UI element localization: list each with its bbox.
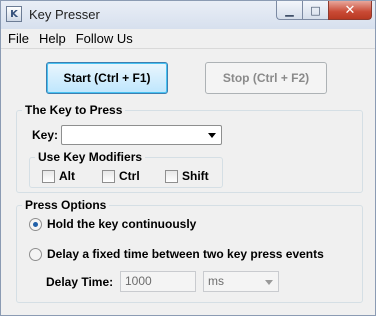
stop-button[interactable]: Stop (Ctrl + F2) (205, 62, 327, 94)
ctrl-checkbox[interactable]: Ctrl (102, 169, 140, 183)
ctrl-checkbox-box[interactable] (102, 169, 115, 183)
chevron-down-icon (208, 133, 216, 138)
alt-checkbox-box[interactable] (42, 169, 55, 183)
delay-time-input[interactable]: 1000 (120, 271, 196, 292)
minimize-button[interactable]: ▁ (276, 1, 302, 20)
shift-checkbox[interactable]: Shift (165, 169, 209, 183)
maximize-icon: □ (310, 3, 321, 17)
delay-time-label: Delay Time: (46, 275, 114, 289)
alt-checkbox[interactable]: Alt (42, 169, 75, 183)
ctrl-checkbox-label: Ctrl (119, 169, 140, 183)
menu-bar: File Help Follow Us (1, 29, 375, 49)
maximize-button[interactable]: □ (302, 1, 328, 20)
hold-continuously-radio-dot[interactable] (29, 217, 42, 231)
alt-checkbox-label: Alt (59, 169, 75, 183)
menu-help[interactable]: Help (34, 31, 71, 46)
press-options-legend: Press Options (25, 198, 107, 212)
shift-checkbox-label: Shift (182, 169, 209, 183)
fixed-delay-radio-dot[interactable] (29, 247, 42, 261)
window-title: Key Presser (29, 7, 100, 22)
shift-checkbox-box[interactable] (165, 169, 178, 183)
key-dropdown-value (62, 128, 66, 142)
key-to-press-legend: The Key to Press (25, 103, 123, 117)
fixed-delay-radio[interactable]: Delay a fixed time between two key press… (29, 247, 324, 261)
key-dropdown[interactable] (61, 125, 222, 145)
app-icon[interactable]: K (6, 6, 22, 22)
hold-continuously-label: Hold the key continuously (47, 217, 197, 231)
app-window: K Key Presser ▁ □ ✕ File Help Follow Us … (0, 0, 376, 316)
menu-file[interactable]: File (3, 31, 34, 46)
delay-unit-dropdown[interactable]: ms (203, 271, 279, 292)
menu-follow-us[interactable]: Follow Us (71, 31, 138, 46)
caption-buttons: ▁ □ ✕ (276, 1, 372, 21)
key-label: Key: (32, 128, 59, 142)
title-bar[interactable]: K Key Presser ▁ □ ✕ (1, 1, 375, 29)
minimize-icon: ▁ (285, 3, 294, 17)
fixed-delay-label: Delay a fixed time between two key press… (47, 247, 324, 261)
close-button[interactable]: ✕ (328, 1, 372, 20)
close-icon: ✕ (344, 2, 356, 18)
chevron-down-icon (265, 280, 273, 285)
start-button[interactable]: Start (Ctrl + F1) (46, 62, 168, 94)
hold-continuously-radio[interactable]: Hold the key continuously (29, 217, 196, 231)
delay-unit-value: ms (208, 274, 224, 288)
key-modifiers-legend: Use Key Modifiers (38, 150, 143, 164)
